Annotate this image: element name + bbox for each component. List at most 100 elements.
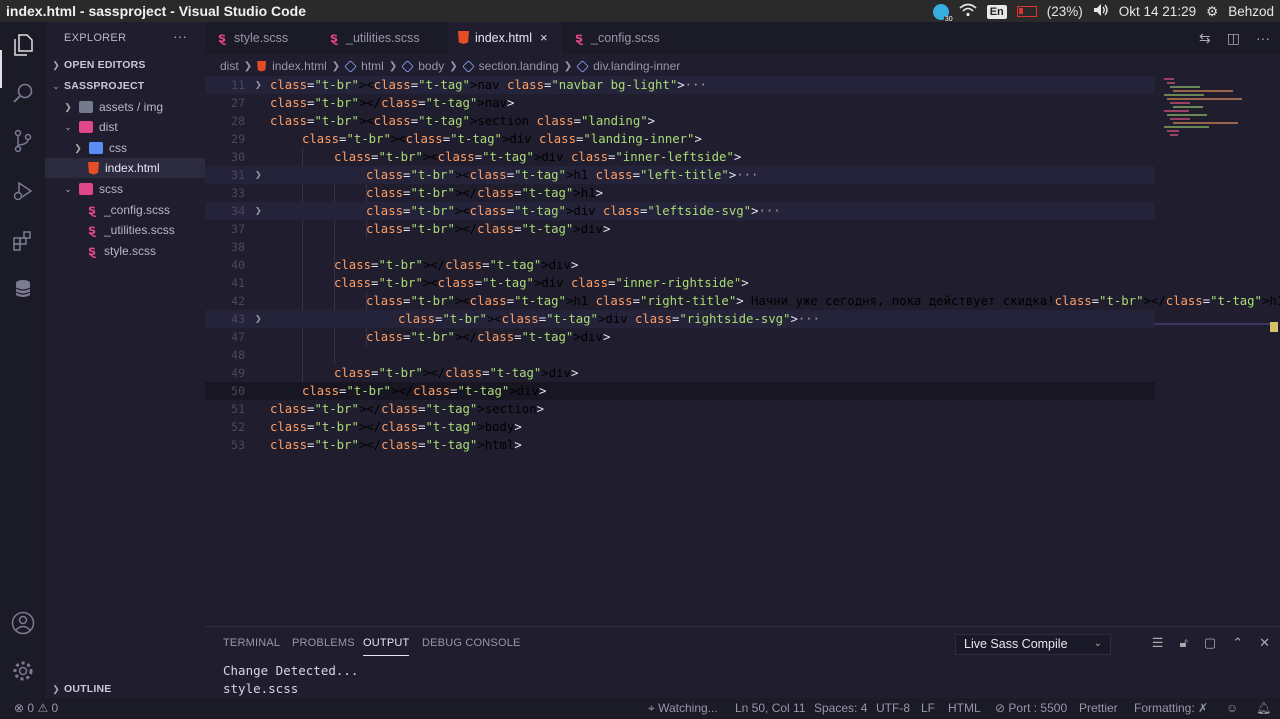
- minimap[interactable]: [1160, 76, 1270, 146]
- tab-index-html[interactable]: index.html ×: [448, 22, 562, 54]
- code-text: class="t-br"><class="t-tag">h1 class="le…: [366, 168, 759, 182]
- fold-chevron-icon[interactable]: ❯: [255, 310, 262, 328]
- code-line[interactable]: 51 class="t-br"></class="t-tag">section>: [205, 400, 1155, 418]
- code-line[interactable]: 33 class="t-br"></class="t-tag">h1>: [205, 184, 1155, 202]
- code-line[interactable]: 27 class="t-br"></class="t-tag">nav>: [205, 94, 1155, 112]
- sass-file-icon: ȿ: [88, 243, 96, 259]
- breadcrumb-item[interactable]: body: [418, 59, 444, 73]
- clear-output-icon[interactable]: ☰: [1152, 635, 1164, 651]
- prettier-status[interactable]: Prettier: [1079, 701, 1118, 715]
- fold-chevron-icon[interactable]: ❯: [255, 76, 262, 94]
- system-tray: 30 En (23%) Okt 14 21:29 ⚙ Behzod: [932, 3, 1274, 23]
- encoding[interactable]: UTF-8: [876, 701, 910, 715]
- tree-item-index-html[interactable]: index.html: [45, 158, 205, 178]
- code-line[interactable]: 31 ❯ class="t-br"><class="t-tag">h1 class=…: [205, 166, 1155, 184]
- tree-item-dist[interactable]: ⌄ dist: [45, 117, 205, 137]
- open-log-icon[interactable]: ▢: [1204, 635, 1216, 651]
- maximize-panel-icon[interactable]: ⌃: [1232, 635, 1243, 651]
- minimap-stroke: [1170, 86, 1200, 88]
- breadcrumb-item[interactable]: dist: [220, 59, 239, 73]
- code-line[interactable]: 48: [205, 346, 1155, 364]
- code-line[interactable]: 53 class="t-br"></class="t-tag">html>: [205, 436, 1155, 454]
- breadcrumb-item[interactable]: div.landing-inner: [593, 59, 680, 73]
- database-icon[interactable]: [10, 276, 36, 302]
- tab-utilities-scss[interactable]: ȿ _utilities.scss: [317, 22, 448, 54]
- formatting-status[interactable]: Formatting: ✗: [1134, 701, 1208, 715]
- code-line[interactable]: 52 class="t-br"></class="t-tag">body>: [205, 418, 1155, 436]
- tab-config-scss[interactable]: ȿ _config.scss: [562, 22, 680, 54]
- tab-problems[interactable]: PROBLEMS: [292, 637, 355, 649]
- problems-indicator[interactable]: ⊗ 0 ⚠ 0: [14, 701, 58, 715]
- breadcrumb-item[interactable]: index.html: [272, 59, 327, 73]
- close-tab-icon[interactable]: ×: [540, 30, 548, 45]
- code-line[interactable]: 30 class="t-br"><class="t-tag">div class=…: [205, 148, 1155, 166]
- notifications-icon[interactable]: 🔔︎: [1256, 701, 1271, 715]
- code-line[interactable]: 29 class="t-br"><class="t-tag">div class=…: [205, 130, 1155, 148]
- code-line[interactable]: 49 class="t-br"></class="t-tag">div>: [205, 364, 1155, 382]
- code-line[interactable]: 50 class="t-br"></class="t-tag">div>: [205, 382, 1155, 400]
- search-icon[interactable]: [10, 80, 36, 106]
- tab-output[interactable]: OUTPUT: [363, 637, 410, 656]
- code-line[interactable]: 11 ❯ class="t-br"><class="t-tag">nav class…: [205, 76, 1155, 94]
- user-name[interactable]: Behzod: [1228, 4, 1274, 19]
- split-editor-icon[interactable]: ◫: [1227, 30, 1240, 47]
- compare-icon[interactable]: ⇆: [1199, 30, 1211, 47]
- lock-icon[interactable]: 🔓︎: [1179, 635, 1187, 651]
- breadcrumb-item[interactable]: section.landing: [479, 59, 559, 73]
- account-icon[interactable]: [10, 610, 36, 636]
- cursor-position[interactable]: Ln 50, Col 11: [735, 701, 806, 715]
- tab-style-scss[interactable]: ȿ style.scss: [205, 22, 317, 54]
- live-server-port[interactable]: ⊘ Port : 5500: [995, 701, 1067, 715]
- code-line[interactable]: 28 class="t-br"><class="t-tag">section cl…: [205, 112, 1155, 130]
- code-line[interactable]: 34 ❯ class="t-br"><class="t-tag">div class…: [205, 202, 1155, 220]
- outline-section[interactable]: ❯ OUTLINE: [45, 679, 205, 699]
- fold-chevron-icon[interactable]: ❯: [255, 166, 262, 184]
- code-line[interactable]: 40 class="t-br"></class="t-tag">div>: [205, 256, 1155, 274]
- gear-icon[interactable]: ⚙: [1206, 4, 1218, 20]
- battery-icon[interactable]: [1016, 6, 1037, 17]
- tree-item-config-scss[interactable]: ȿ _config.scss: [45, 200, 205, 220]
- tree-item-style-scss[interactable]: ȿ style.scss: [45, 241, 205, 261]
- code-line[interactable]: 43 ❯ class="t-br"><class="t-tag">div class…: [205, 310, 1155, 328]
- code-text: class="t-br"><class="t-tag">h1 class="ri…: [366, 294, 1280, 308]
- keyboard-layout[interactable]: En: [986, 4, 1007, 19]
- feedback-icon[interactable]: ☺: [1226, 701, 1238, 715]
- explorer-header: EXPLORER: [64, 32, 127, 44]
- project-section[interactable]: ⌄ SASSPROJECT: [45, 76, 205, 96]
- tree-item-utilities-scss[interactable]: ȿ _utilities.scss: [45, 220, 205, 240]
- line-ending[interactable]: LF: [921, 701, 935, 715]
- more-actions-icon[interactable]: ···: [1256, 30, 1270, 47]
- volume-icon[interactable]: [1093, 3, 1109, 20]
- code-line[interactable]: 38: [205, 238, 1155, 256]
- breadcrumb-item[interactable]: html: [361, 59, 384, 73]
- more-actions-icon[interactable]: ···: [173, 28, 187, 44]
- scrollbar-marker[interactable]: [1270, 322, 1278, 332]
- output-channel-select[interactable]: Live Sass Compile ⌄: [955, 634, 1111, 655]
- clock[interactable]: Okt 14 21:29: [1119, 4, 1196, 19]
- tree-item-scss[interactable]: ⌄ scss: [45, 179, 205, 199]
- fold-chevron-icon[interactable]: ❯: [255, 202, 262, 220]
- code-text: class="t-br"><class="t-tag">div class="i…: [334, 276, 749, 290]
- source-control-icon[interactable]: [10, 128, 36, 154]
- explorer-icon[interactable]: [10, 32, 36, 58]
- code-editor[interactable]: 11 ❯ class="t-br"><class="t-tag">nav class…: [205, 76, 1280, 626]
- run-debug-icon[interactable]: [10, 178, 36, 204]
- tree-item-css[interactable]: ❯ css: [45, 138, 205, 158]
- sass-watching[interactable]: ⌖ Watching...: [648, 701, 718, 716]
- wifi-icon[interactable]: [959, 3, 977, 20]
- settings-gear-icon[interactable]: [10, 658, 36, 684]
- indentation[interactable]: Spaces: 4: [814, 701, 867, 715]
- tree-item-assets[interactable]: ❯ assets / img: [45, 97, 205, 117]
- code-line[interactable]: 47 class="t-br"></class="t-tag">div>: [205, 328, 1155, 346]
- tab-terminal[interactable]: TERMINAL: [223, 637, 280, 649]
- line-number: 31: [231, 168, 245, 182]
- extensions-icon[interactable]: [10, 228, 36, 254]
- code-line[interactable]: 42 class="t-br"><class="t-tag">h1 class="…: [205, 292, 1280, 310]
- close-panel-icon[interactable]: ✕: [1259, 635, 1270, 651]
- open-editors-section[interactable]: ❯ OPEN EDITORS: [45, 55, 205, 75]
- code-line[interactable]: 41 class="t-br"><class="t-tag">div class=…: [205, 274, 1155, 292]
- tab-debug-console[interactable]: DEBUG CONSOLE: [422, 637, 521, 649]
- telegram-icon[interactable]: 30: [932, 3, 954, 23]
- code-line[interactable]: 37 class="t-br"></class="t-tag">div>: [205, 220, 1155, 238]
- language-mode[interactable]: HTML: [948, 701, 981, 715]
